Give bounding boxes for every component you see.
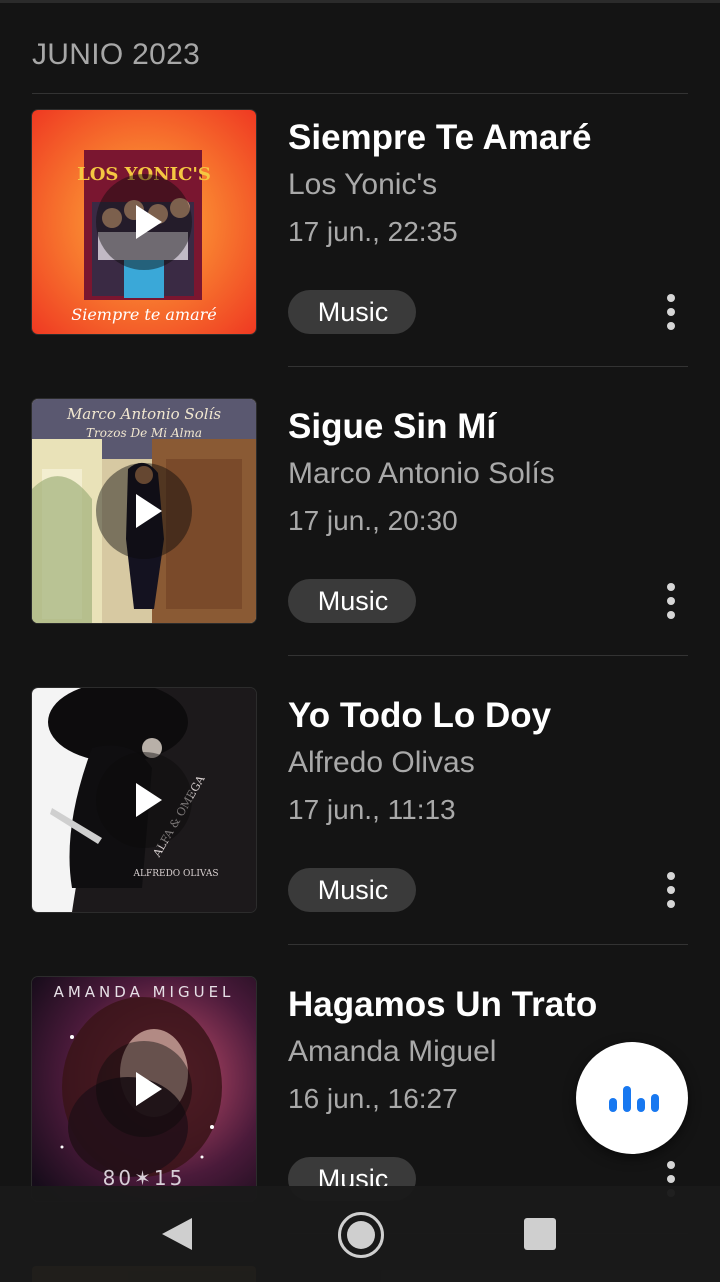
row-divider xyxy=(288,944,688,945)
album-art[interactable]: LOS YONIC'S Siempre te amaré xyxy=(32,110,256,334)
apple-music-button[interactable]: Music xyxy=(288,868,416,912)
album-art-caption: Trozos De Mi Alma xyxy=(86,426,202,440)
song-title[interactable]: Hagamos Un Trato xyxy=(288,985,597,1025)
top-divider xyxy=(0,0,720,3)
song-artist: Amanda Miguel xyxy=(288,1035,497,1068)
album-art-caption: ALFREDO OLIVAS xyxy=(133,869,219,879)
nav-recents-icon[interactable] xyxy=(524,1218,556,1250)
play-icon[interactable] xyxy=(96,463,192,559)
song-artist: Los Yonic's xyxy=(288,168,438,201)
nav-back-icon[interactable] xyxy=(162,1218,192,1250)
album-art[interactable]: ALFA & OMEGA ALFREDO OLIVAS xyxy=(32,688,256,912)
nav-home-icon[interactable] xyxy=(338,1212,384,1258)
more-vert-icon[interactable] xyxy=(658,579,686,623)
apple-music-label: Music xyxy=(317,296,389,327)
song-artist: Marco Antonio Solís xyxy=(288,457,555,490)
row-divider xyxy=(288,366,688,367)
album-art[interactable]: Marco Antonio Solís Trozos De Mi Alma xyxy=(32,399,256,623)
song-title[interactable]: Yo Todo Lo Doy xyxy=(288,696,551,736)
album-art-caption: Siempre te amaré xyxy=(71,305,217,324)
more-vert-icon[interactable] xyxy=(658,290,686,334)
apple-music-button[interactable]: Music xyxy=(288,579,416,623)
section-header: JUNIO 2023 xyxy=(32,38,201,71)
album-art-text: AMANDA MIGUEL xyxy=(54,983,235,1001)
song-artist: Alfredo Olivas xyxy=(288,746,475,779)
audio-recognition-button[interactable] xyxy=(576,1042,688,1154)
row-divider xyxy=(288,655,688,656)
more-vert-icon[interactable] xyxy=(658,868,686,912)
song-date: 16 jun., 16:27 xyxy=(288,1083,458,1114)
song-title[interactable]: Sigue Sin Mí xyxy=(288,407,496,447)
play-icon[interactable] xyxy=(96,1041,192,1137)
navigation-bar xyxy=(0,1186,720,1282)
album-art-text: Marco Antonio Solís xyxy=(66,405,221,423)
apple-music-button[interactable]: Music xyxy=(288,290,416,334)
album-art[interactable]: AMANDA MIGUEL 80✶15 xyxy=(32,977,256,1201)
song-date: 17 jun., 22:35 xyxy=(288,216,458,247)
song-row[interactable]: LOS YONIC'S Siempre te amaré Siempre Te … xyxy=(0,94,720,383)
play-icon[interactable] xyxy=(96,752,192,848)
apple-music-label: Music xyxy=(317,585,389,616)
play-icon[interactable] xyxy=(96,174,192,270)
song-title[interactable]: Siempre Te Amaré xyxy=(288,118,591,158)
apple-music-label: Music xyxy=(317,874,389,905)
song-date: 17 jun., 11:13 xyxy=(288,794,456,825)
song-row[interactable]: ALFA & OMEGA ALFREDO OLIVAS Yo Todo Lo D… xyxy=(0,672,720,961)
song-row[interactable]: Marco Antonio Solís Trozos De Mi Alma Si… xyxy=(0,383,720,672)
song-date: 17 jun., 20:30 xyxy=(288,505,458,536)
